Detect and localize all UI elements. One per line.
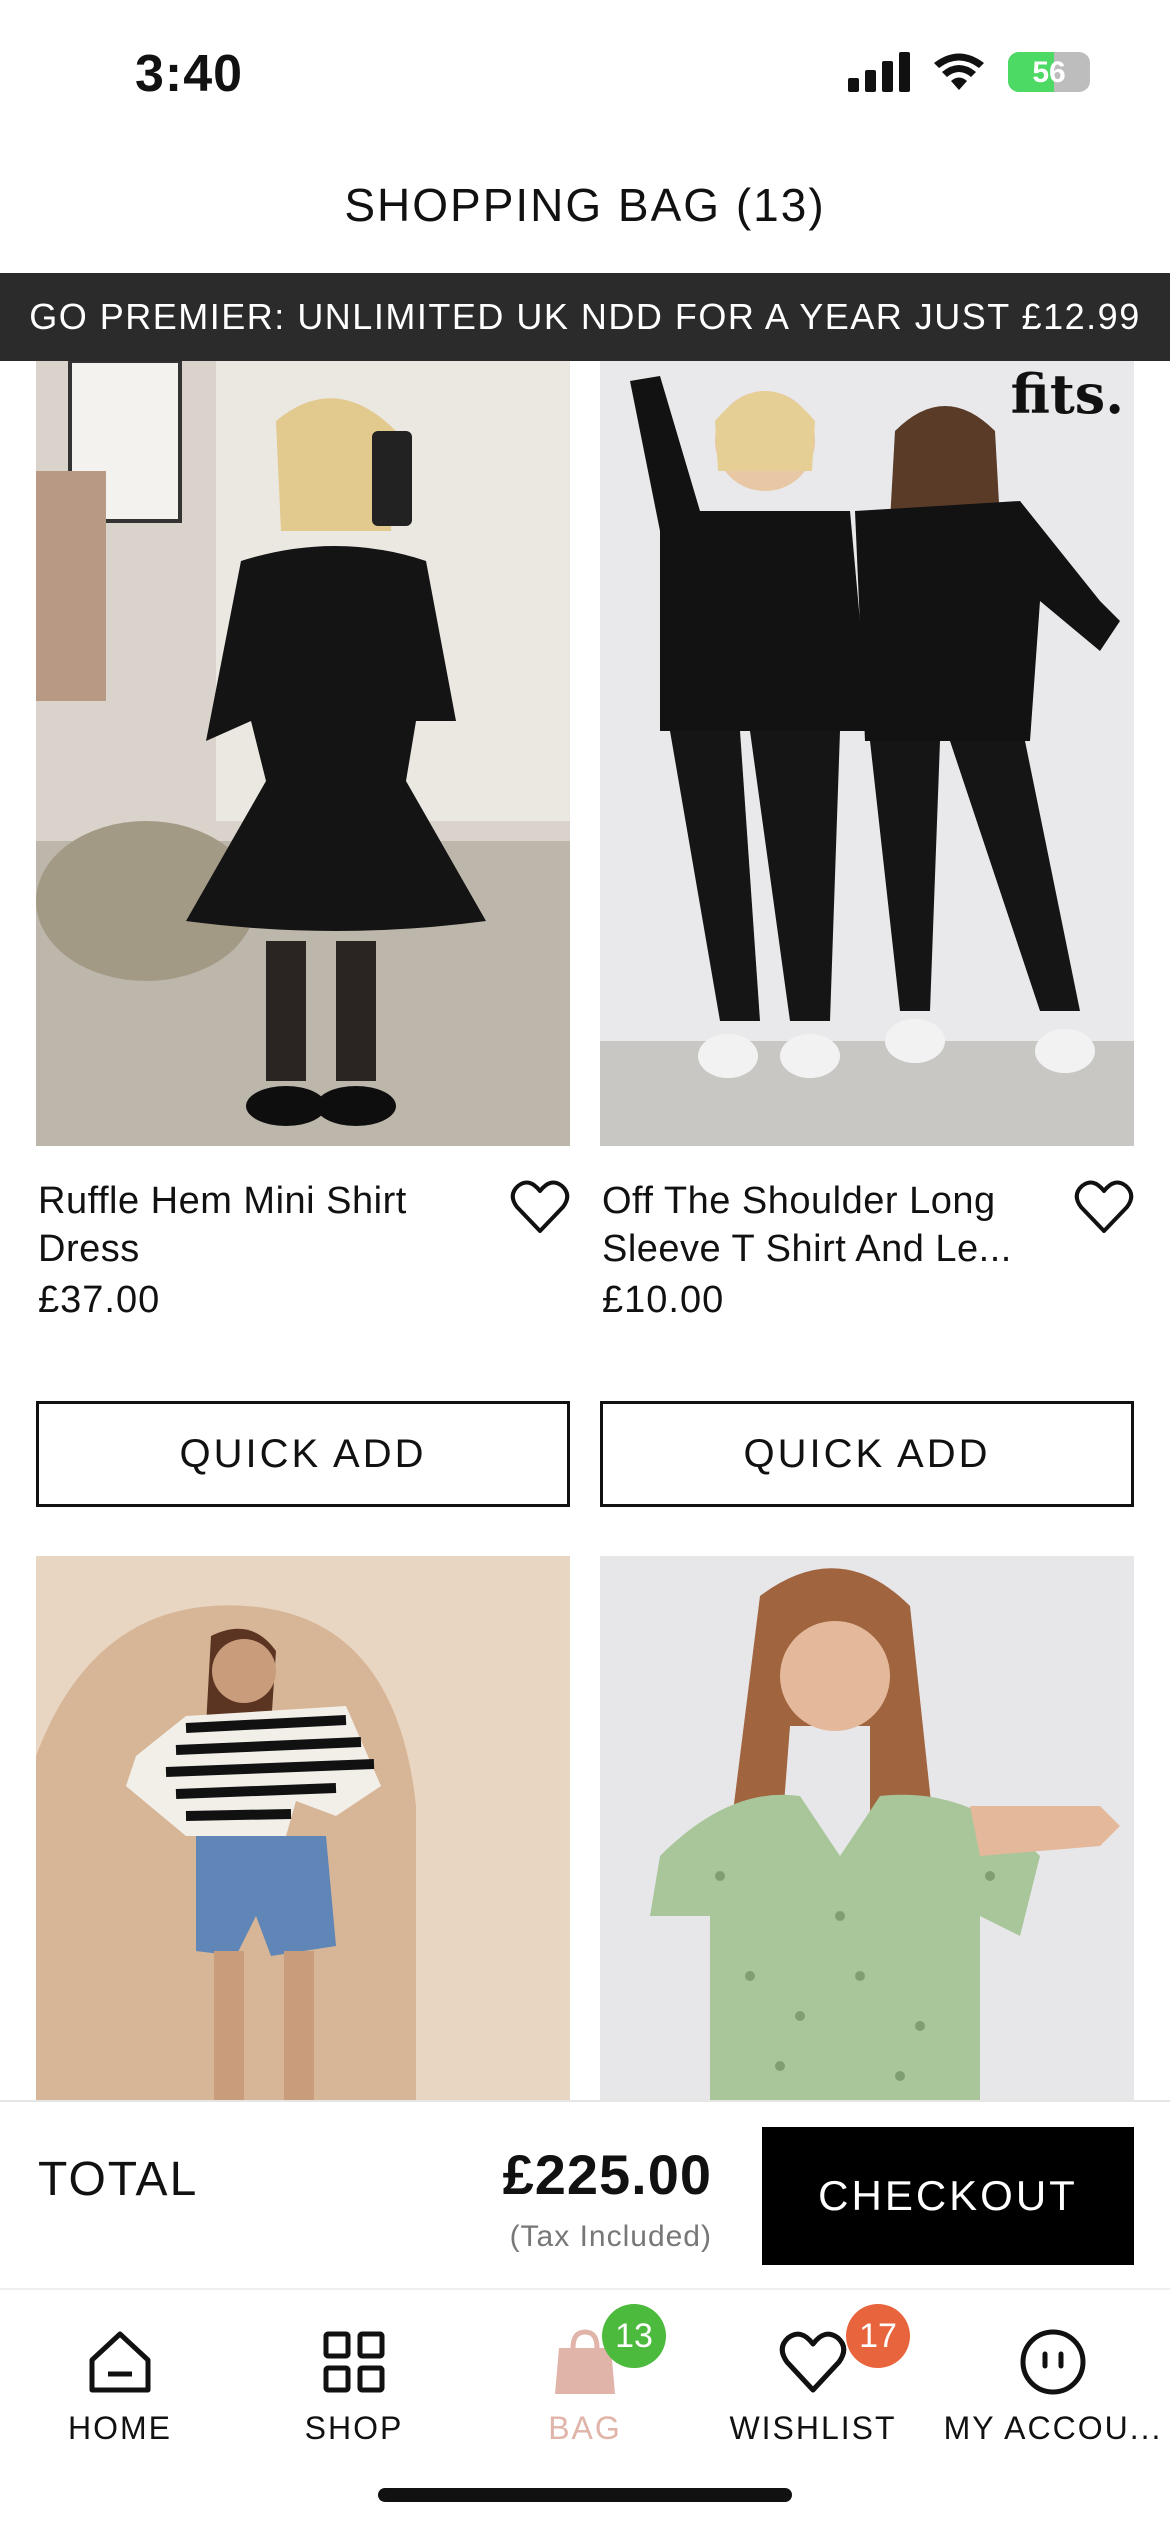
tab-label: HOME [68,2410,172,2446]
tab-label: WISHLIST [729,2410,897,2446]
tab-home[interactable]: HOME [3,2290,237,2470]
wifi-icon [934,53,984,90]
home-indicator [378,2488,792,2502]
account-icon [1020,2329,1086,2395]
signal-icon [848,52,910,92]
tab-account[interactable]: MY ACCOU... [936,2290,1170,2470]
page-title: SHOPPING BAG (13) [344,179,826,231]
tab-wishlist[interactable]: 17 WISHLIST [696,2290,930,2470]
total-label: TOTAL [38,2153,199,2206]
status-icons: 56 [848,52,1090,92]
bag-count-badge: 13 [602,2304,666,2368]
product-image[interactable] [36,361,570,1146]
product-price: £37.00 [38,1279,161,1321]
product-name[interactable]: Off The Shoulder Long Sleeve T Shirt And… [602,1177,1042,1273]
brand-logo: fits. [1011,362,1124,426]
tab-bag[interactable]: 13 BAG [468,2290,702,2470]
checkout-button[interactable]: CHECKOUT [762,2127,1134,2265]
tax-note: (Tax Included) [509,2220,712,2253]
promo-text: GO PREMIER: UNLIMITED UK NDD FOR A YEAR … [29,296,1141,337]
product-image[interactable] [36,1556,570,2101]
wishlist-heart-icon[interactable] [510,1179,570,1235]
quick-add-button[interactable]: QUICK ADD [600,1401,1134,1507]
wishlist-count-badge: 17 [846,2304,910,2368]
promo-banner[interactable]: GO PREMIER: UNLIMITED UK NDD FOR A YEAR … [0,273,1170,361]
tab-label: MY ACCOU... [943,2410,1163,2446]
quick-add-button[interactable]: QUICK ADD [36,1401,570,1507]
battery-icon: 56 [1008,52,1090,92]
tab-shop[interactable]: SHOP [237,2290,471,2470]
checkout-bar: TOTAL £225.00 (Tax Included) CHECKOUT [0,2100,1170,2288]
product-price: £10.00 [602,1279,725,1321]
product-name[interactable]: Ruffle Hem Mini Shirt Dress [38,1177,478,1273]
total-amount: £225.00 [502,2143,712,2206]
grid-icon [323,2331,385,2393]
tab-label: SHOP [304,2410,404,2446]
product-image[interactable] [600,1556,1134,2101]
status-bar: 3:40 56 [0,0,1170,150]
product-image[interactable]: fits. [600,361,1134,1146]
battery-level: 56 [1032,56,1066,89]
heart-icon [779,2331,847,2393]
home-icon [89,2331,151,2393]
status-time: 3:40 [135,45,244,103]
tab-label: BAG [548,2410,622,2446]
wishlist-heart-icon[interactable] [1074,1179,1134,1235]
